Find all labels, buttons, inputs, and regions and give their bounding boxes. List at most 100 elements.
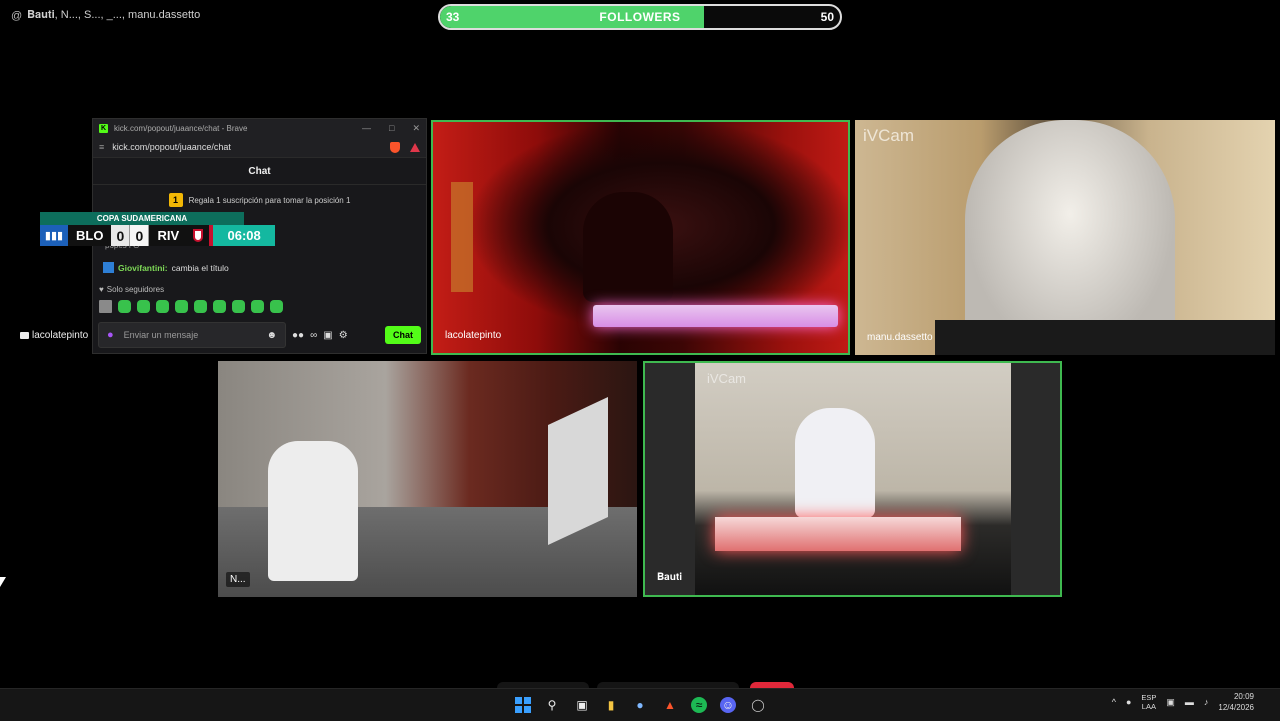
tile-name-label: lacolatepinto <box>445 330 502 341</box>
followers-goal-bar: FOLLOWERS 33 50 <box>438 4 842 30</box>
followers-only-text: Solo seguidores <box>106 285 165 294</box>
heart-icon: ♥ <box>99 285 104 294</box>
chat-input-row: ● Enviar un mensaje ☻ ●● ∞ ▣ ⚙ Chat <box>98 321 421 349</box>
away-team: RIV <box>149 225 188 246</box>
at-icon: @ <box>11 9 23 22</box>
chat-header: Chat <box>93 158 426 185</box>
followers-current: 33 <box>446 10 460 24</box>
store-icon[interactable]: ▣ <box>323 330 332 341</box>
scene-person <box>583 192 673 302</box>
scene-bottle <box>451 182 473 292</box>
chat-send-button[interactable]: Chat <box>385 326 421 344</box>
emote-icon[interactable] <box>175 300 188 313</box>
scoreboard-overlay: COPA SUDAMERICANA ▮▮▮ BLO 0 0 RIV 06:08 <box>40 212 276 246</box>
steam-icon[interactable]: ● <box>632 697 648 713</box>
close-icon[interactable]: ✕ <box>412 123 420 134</box>
site-settings-icon[interactable]: ≡ <box>99 142 104 152</box>
sub-gift-promo[interactable]: 1 Regala 1 suscripción para tomar la pos… <box>93 185 426 215</box>
followers-only-notice: ♥ Solo seguidores <box>99 285 164 294</box>
match-clock: 06:08 <box>213 225 276 246</box>
chevron-up-icon[interactable]: ^ <box>1112 697 1116 707</box>
away-score: 0 <box>130 225 150 246</box>
address-bar[interactable]: ≡ kick.com/popout/juaance/chat <box>93 137 426 158</box>
search-icon[interactable]: ⚲ <box>544 697 560 713</box>
promo-text: Regala 1 suscripción para tomar la posic… <box>188 195 351 205</box>
followers-goal-label: FOLLOWERS <box>599 10 681 24</box>
settings-gear-icon[interactable]: ⚙ <box>339 330 348 341</box>
user-badge-icon <box>103 262 114 273</box>
taskbar: ⚲ ▣ ▮ ● ▲ ≈ ☺ ◯ ^ ● ESP LAA ▣ ▬ ♪ 20:09 … <box>0 688 1280 721</box>
discord-icon[interactable]: ☺ <box>720 697 736 713</box>
emote-icon[interactable] <box>251 300 264 313</box>
scene-chair <box>268 441 358 581</box>
emote-menu-icon[interactable]: ●● <box>292 330 304 341</box>
volume-icon[interactable]: ♪ <box>1204 697 1209 707</box>
emote-icon[interactable] <box>232 300 245 313</box>
chat-input-placeholder[interactable]: Enviar un mensaje <box>124 330 257 340</box>
scene-desk <box>935 320 1275 355</box>
video-tile-lacolatepinto[interactable]: lacolatepinto <box>431 120 850 355</box>
emote-icon[interactable] <box>156 300 169 313</box>
participants-text: 𝐁𝐚𝐮𝐭𝐢, N..., S..., _..., manu.dassetto <box>27 9 201 21</box>
task-view-icon[interactable]: ▣ <box>574 697 590 713</box>
chat-message-user[interactable]: Giovifantini: <box>118 263 168 273</box>
scene-person <box>795 408 875 518</box>
language-indicator[interactable]: ESP LAA <box>1141 693 1156 711</box>
taskbar-clock[interactable]: 20:09 12/4/2026 <box>1218 691 1254 713</box>
maximize-icon[interactable]: □ <box>389 123 394 134</box>
battery-icon[interactable]: ▬ <box>1185 697 1194 707</box>
chat-message-text: cambia el título <box>171 262 229 273</box>
chat-window-title: kick.com/popout/juaance/chat - Brave <box>114 123 248 133</box>
emote-bar[interactable] <box>99 300 283 313</box>
scene-keyboard <box>593 305 838 327</box>
address-url[interactable]: kick.com/popout/juaance/chat <box>112 142 231 152</box>
tile-name-label: manu.dassetto <box>867 332 933 343</box>
home-crest-icon: ▮▮▮ <box>40 225 68 246</box>
emote-icon[interactable] <box>213 300 226 313</box>
chat-window-titlebar[interactable]: K kick.com/popout/juaance/chat - Brave —… <box>93 119 426 137</box>
emote-icon[interactable] <box>270 300 283 313</box>
file-explorer-icon[interactable]: ▮ <box>603 697 619 713</box>
video-tile-bauti[interactable]: iVCam 𝐁𝐚𝐮𝐭𝐢 <box>643 361 1062 597</box>
followers-target: 50 <box>820 10 834 24</box>
tile-name-label: 𝐁𝐚𝐮𝐭𝐢 <box>657 572 683 583</box>
emote-icon[interactable] <box>99 300 112 313</box>
emoji-picker-icon[interactable]: ☻ <box>266 330 277 341</box>
microphone-icon[interactable]: ● <box>107 329 114 341</box>
brave-icon[interactable]: ▲ <box>662 697 678 713</box>
emote-icon[interactable] <box>194 300 207 313</box>
minimize-icon[interactable]: — <box>362 123 371 134</box>
taskbar-thumbnail-edges <box>497 676 797 692</box>
network-icon[interactable]: ▣ <box>1166 697 1175 708</box>
emote-icon[interactable] <box>118 300 131 313</box>
microphone-icon[interactable]: ● <box>1126 697 1131 707</box>
mouse-cursor-icon <box>0 577 6 587</box>
video-tile-n[interactable]: N... <box>218 361 637 597</box>
windows-start-icon[interactable] <box>515 697 531 713</box>
video-tile-manu-dassetto[interactable]: iVCam manu.dassetto <box>855 120 1275 355</box>
clock-time: 20:09 <box>1233 692 1254 701</box>
home-team: BLO <box>68 225 112 246</box>
away-crest-icon <box>187 225 210 246</box>
spotify-icon[interactable]: ≈ <box>691 697 707 713</box>
competition-title: COPA SUDAMERICANA <box>40 212 244 225</box>
brave-shield-icon[interactable] <box>390 141 400 153</box>
camera-icon <box>20 332 29 339</box>
system-tray: ^ ● ESP LAA ▣ ▬ ♪ 20:09 12/4/2026 <box>1112 691 1254 713</box>
ivcam-watermark: iVCam <box>863 126 915 145</box>
chrome-icon[interactable]: ◯ <box>750 697 766 713</box>
chat-message: Giovifantini: cambia el título <box>103 262 229 273</box>
lang-layout: LAA <box>1141 702 1156 711</box>
tile-name-label: N... <box>226 572 250 587</box>
ivcam-watermark: iVCam <box>707 371 747 386</box>
chat-owner-label: lacolatepinto <box>20 330 88 341</box>
chat-message-input[interactable]: ● Enviar un mensaje ☻ <box>98 322 286 348</box>
brave-rewards-icon[interactable] <box>410 142 420 152</box>
scene-keyboard <box>715 517 961 551</box>
infinity-icon[interactable]: ∞ <box>310 330 317 341</box>
clock-date: 12/4/2026 <box>1218 703 1254 712</box>
position-badge: 1 <box>168 193 183 207</box>
home-score: 0 <box>111 225 131 246</box>
chat-owner-name: lacolatepinto <box>32 330 89 341</box>
emote-icon[interactable] <box>137 300 150 313</box>
